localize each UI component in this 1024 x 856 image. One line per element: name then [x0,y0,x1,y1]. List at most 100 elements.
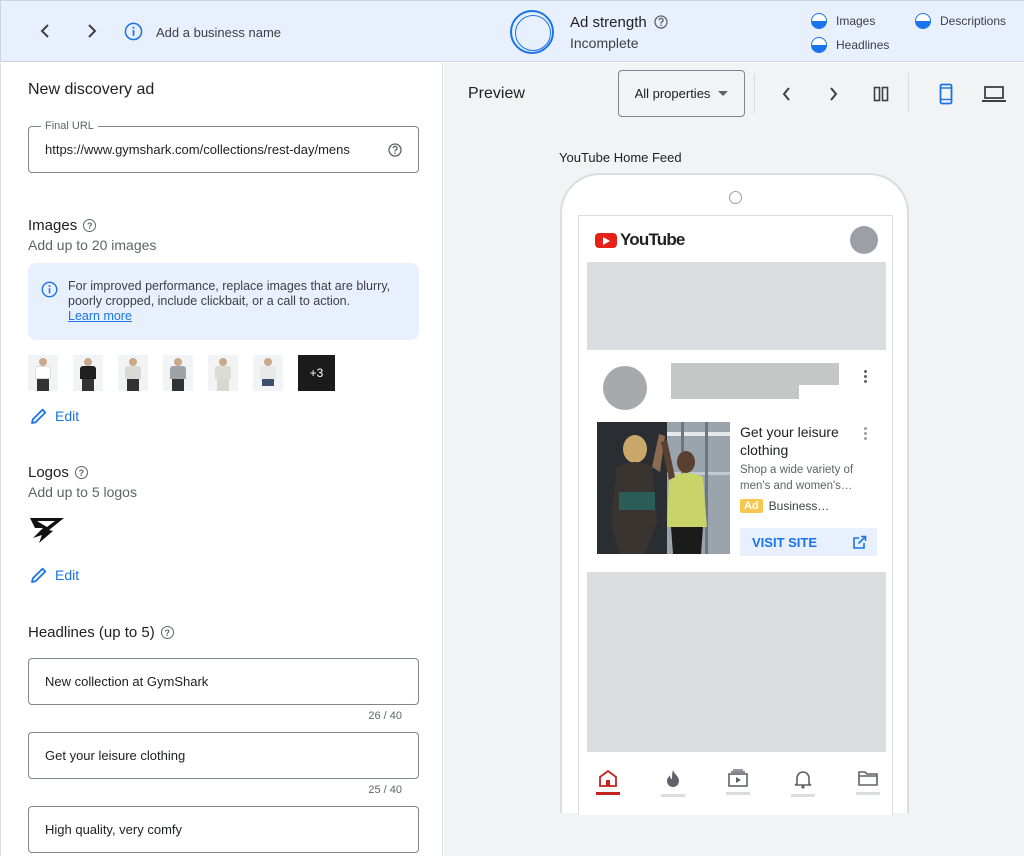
image-thumbnail[interactable] [73,355,103,391]
feed-label: YouTube Home Feed [559,150,682,165]
ad-business-name: Business… [768,499,830,513]
info-icon [41,281,58,303]
images-subtitle: Add up to 20 images [28,237,157,253]
notice-text: For improved performance, replace images… [68,279,391,308]
headlines-meter: Headlines [811,37,889,53]
image-thumbnail[interactable] [28,355,58,391]
phone-speaker [729,191,742,204]
final-url-field[interactable]: Final URL https://www.gymshark.com/colle… [28,120,419,173]
help-icon[interactable]: ? [83,219,97,232]
final-url-value[interactable]: https://www.gymshark.com/collections/res… [45,142,365,157]
ad-strength-ring [510,10,554,54]
ad-editor-panel: New discovery ad Final URL https://www.g… [0,63,443,856]
pencil-icon [31,408,47,424]
chevron-left-icon [40,24,49,38]
back-button[interactable] [33,19,57,43]
placeholder-video [587,572,886,752]
section-title: Logos [28,464,69,481]
image-thumbnail[interactable] [208,355,238,391]
previous-preview-button[interactable] [773,81,799,107]
phone-screen: YouTube Get your leisure clothing Shop a… [578,215,893,815]
placeholder-video [587,262,886,350]
caret-down-icon [718,91,729,96]
subscriptions-icon [728,769,748,787]
headline-field-2[interactable]: Get your leisure clothing [28,732,419,779]
divider [908,73,909,113]
preview-title: Preview [468,85,525,102]
image-thumbnail[interactable] [253,355,283,391]
properties-dropdown[interactable]: All properties [618,70,745,117]
help-icon[interactable]: ? [160,626,174,639]
bell-icon [794,771,812,789]
page-title: New discovery ad [28,81,155,98]
more-images-thumbnail[interactable]: +3 [298,355,335,391]
headline-text[interactable]: Get your leisure clothing [45,748,365,763]
preview-panel: Preview All properties YouTube Home Feed… [444,63,1024,856]
descriptions-meter: Descriptions [915,13,1006,29]
help-icon[interactable] [654,15,668,34]
more-vert-icon[interactable] [864,369,867,384]
external-link-icon [853,535,867,549]
grid-view-button[interactable] [868,81,894,107]
section-title: Images [28,217,78,234]
chevron-right-icon [88,24,97,38]
ad-description: Shop a wide variety of men's and women's… [740,464,854,492]
half-circle-icon [811,37,827,53]
subscriptions-nav-item[interactable] [725,769,751,799]
visit-site-button[interactable]: VISIT SITE [740,528,877,556]
image-thumbnail[interactable] [163,355,193,391]
edit-logos-button[interactable]: Edit [30,566,79,584]
image-thumbnail[interactable] [118,355,148,391]
chevron-left-icon [782,87,790,101]
pencil-icon [31,567,47,583]
character-counter: 25 / 40 [368,784,402,796]
headline-field-1[interactable]: New collection at GymShark [28,658,419,705]
half-circle-icon [811,13,827,29]
logos-section-title: Logos ? [28,464,88,481]
ad-headline[interactable]: Get your leisure clothing [740,423,855,459]
ad-strength-status: Incomplete [570,35,639,51]
laptop-icon [982,86,1006,102]
edit-images-button[interactable]: Edit [30,407,79,425]
chevron-right-icon [829,87,837,101]
ad-strength-title: Ad strength [570,14,647,31]
phone-icon [939,83,953,105]
headline-text[interactable]: High quality, very comfy [45,822,365,837]
dropdown-value: All properties [634,86,711,101]
flame-icon [667,770,679,787]
learn-more-link[interactable]: Learn more [68,309,132,323]
meter-label: Descriptions [940,14,1007,28]
help-icon[interactable] [388,143,402,162]
library-nav-item[interactable] [855,769,881,799]
channel-avatar-placeholder [603,366,647,410]
avatar [850,226,878,254]
half-circle-icon [915,13,931,29]
mobile-view-button[interactable] [933,81,959,107]
desktop-view-button[interactable] [981,81,1007,107]
folder-icon [858,771,878,786]
business-name-prompt[interactable]: Add a business name [156,25,281,40]
ad-badge: Ad [740,499,763,513]
next-preview-button[interactable] [820,81,846,107]
edit-label: Edit [55,408,80,424]
more-vert-icon[interactable] [864,426,867,441]
edit-label: Edit [55,567,80,583]
help-icon[interactable]: ? [74,466,88,479]
brand-logo[interactable] [29,516,65,549]
youtube-wordmark: YouTube [620,230,685,249]
home-icon [599,769,617,787]
headline-text[interactable]: New collection at GymShark [45,674,365,689]
trending-nav-item[interactable] [660,769,686,799]
columns-icon [873,86,889,102]
youtube-play-icon [595,232,617,248]
headline-field-3[interactable]: High quality, very comfy [28,806,419,853]
image-quality-notice: For improved performance, replace images… [28,263,419,340]
forward-button[interactable] [80,19,104,43]
ad-meta: Ad Business… [740,499,829,513]
divider [754,73,755,113]
images-section-title: Images ? [28,217,97,234]
notifications-nav-item[interactable] [790,769,816,799]
home-nav-item[interactable] [595,769,621,799]
title-placeholder [671,363,839,385]
section-title: Headlines (up to 5) [28,624,155,641]
